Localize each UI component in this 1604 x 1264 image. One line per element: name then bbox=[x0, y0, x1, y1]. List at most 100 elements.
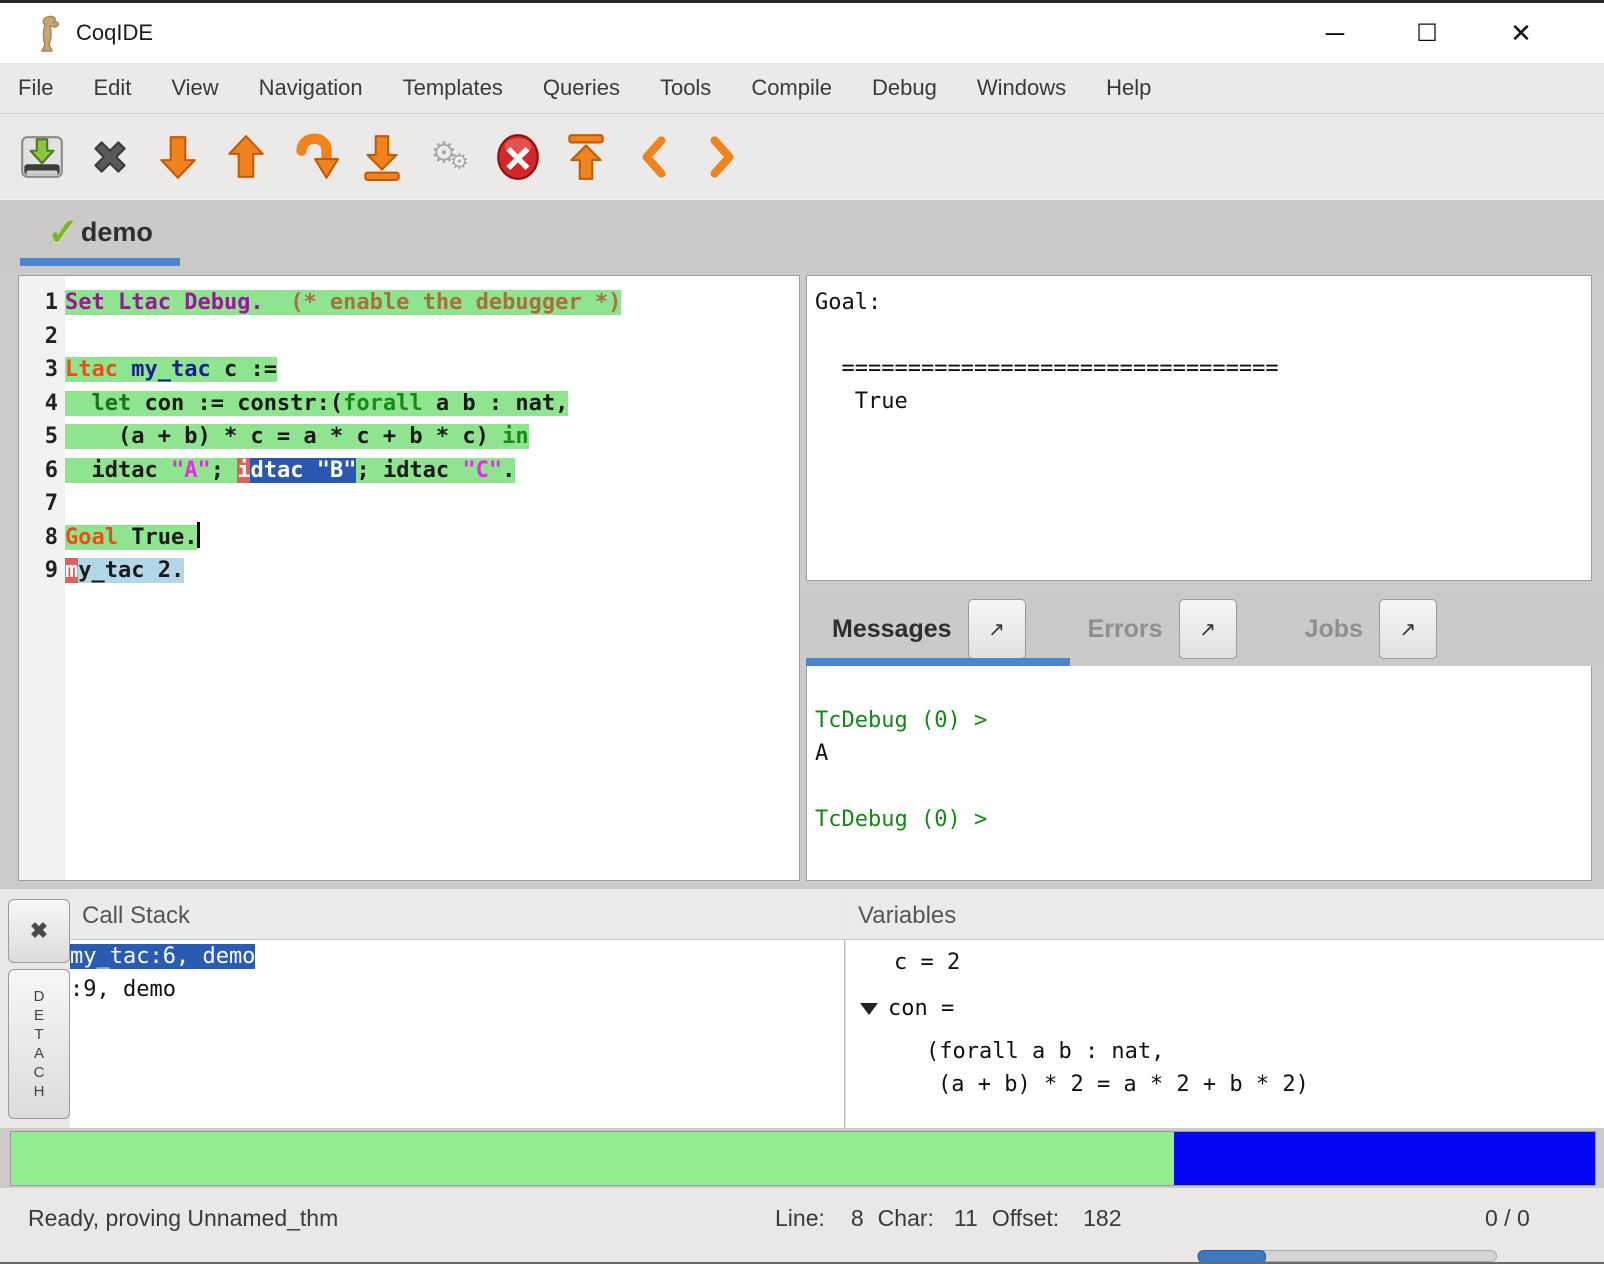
script-editor[interactable]: 123456789 Set Ltac Debug. (* enable the … bbox=[18, 275, 800, 881]
variable-line[interactable]: (a + b) * 2 = a * 2 + b * 2) bbox=[846, 1068, 1604, 1101]
code-segment: my_tac bbox=[131, 357, 224, 382]
mini-scrollbar[interactable] bbox=[1197, 1250, 1497, 1262]
code-segment: Ltac bbox=[65, 357, 131, 382]
window-title: CoqIDE bbox=[76, 20, 153, 46]
detach-debug-panel-button[interactable]: DETACH bbox=[8, 969, 70, 1119]
line-number: 1 bbox=[19, 286, 65, 320]
message-line: A bbox=[815, 737, 1591, 770]
code-line[interactable]: Goal True. bbox=[65, 521, 799, 555]
code-line[interactable]: Set Ltac Debug. (* enable the debugger *… bbox=[65, 286, 799, 320]
code-segment: idtac bbox=[65, 458, 171, 483]
go-to-cursor-icon[interactable] bbox=[286, 129, 342, 185]
line-number-gutter: 123456789 bbox=[19, 276, 65, 880]
code-segment: "C" bbox=[462, 458, 502, 483]
code-segment: y_tac 2. bbox=[78, 558, 184, 583]
text-cursor bbox=[197, 522, 200, 548]
goal-line: Goal: bbox=[815, 286, 1591, 319]
menu-file[interactable]: File bbox=[0, 63, 73, 113]
detach-errors-button[interactable]: ↗ bbox=[1179, 599, 1237, 659]
line-number: 9 bbox=[19, 554, 65, 588]
code-line[interactable]: idtac "A"; idtac "B"; idtac "C". bbox=[65, 454, 799, 488]
menu-help[interactable]: Help bbox=[1086, 63, 1171, 113]
menu-edit[interactable]: Edit bbox=[73, 63, 151, 113]
minimize-button[interactable]: ─ bbox=[1300, 3, 1370, 63]
close-debug-panel-button[interactable]: ✖ bbox=[8, 899, 70, 963]
progress-remaining-segment bbox=[1174, 1132, 1595, 1185]
go-to-end-icon[interactable] bbox=[354, 129, 410, 185]
title-bar: CoqIDE ─ ☐ ✕ bbox=[0, 3, 1604, 64]
code-segment: c := bbox=[224, 357, 277, 382]
menu-tools[interactable]: Tools bbox=[640, 63, 731, 113]
menu-templates[interactable]: Templates bbox=[383, 63, 523, 113]
message-line bbox=[815, 770, 1591, 803]
line-value: 8 bbox=[851, 1205, 864, 1232]
variables-list[interactable]: c = 2 con = (forall a b : nat,(a + b) * 2 … bbox=[846, 940, 1604, 1128]
goal-pane: Goal: ================================= … bbox=[806, 275, 1592, 581]
code-segment: Set Ltac Debug. bbox=[65, 290, 264, 315]
code-area[interactable]: Set Ltac Debug. (* enable the debugger *… bbox=[65, 276, 799, 880]
job-counter: 0 / 0 bbox=[1485, 1205, 1530, 1232]
code-segment: m bbox=[65, 558, 78, 583]
char-value: 11 bbox=[954, 1205, 978, 1232]
expand-triangle-icon[interactable] bbox=[860, 1003, 878, 1015]
code-line[interactable] bbox=[65, 487, 799, 521]
code-segment: (* enable the debugger *) bbox=[290, 290, 621, 315]
code-line[interactable]: my_tac 2. bbox=[65, 554, 799, 588]
menu-debug[interactable]: Debug bbox=[852, 63, 957, 113]
step-forward-icon[interactable] bbox=[150, 129, 206, 185]
code-segment: ; idtac bbox=[356, 458, 462, 483]
code-line[interactable]: Ltac my_tac c := bbox=[65, 353, 799, 387]
line-number: 3 bbox=[19, 353, 65, 387]
menu-compile[interactable]: Compile bbox=[731, 63, 852, 113]
messages-pane: TcDebug (0) >ATcDebug (0) > bbox=[806, 666, 1592, 881]
bottom-strip bbox=[0, 1248, 1604, 1264]
code-segment: . bbox=[502, 458, 515, 483]
next-occurrence-icon[interactable] bbox=[694, 129, 750, 185]
goal-line: True bbox=[815, 385, 1591, 418]
code-segment: (a + b) * c = a * c + b * c) bbox=[65, 424, 502, 449]
progress-processed-segment bbox=[11, 1132, 1174, 1185]
call-stack-entry[interactable]: my_tac:6, demo bbox=[70, 940, 844, 973]
code-line[interactable]: (a + b) * c = a * c + b * c) in bbox=[65, 420, 799, 454]
close-icon: ✖ bbox=[30, 918, 48, 944]
tab-errors[interactable]: Errors bbox=[1088, 615, 1163, 644]
go-to-start-icon[interactable] bbox=[558, 129, 614, 185]
variables-title: Variables bbox=[858, 902, 956, 930]
tab-messages[interactable]: Messages bbox=[832, 615, 952, 644]
menu-queries[interactable]: Queries bbox=[523, 63, 640, 113]
line-label: Line: bbox=[775, 1205, 825, 1232]
mini-scrollbar-thumb[interactable] bbox=[1198, 1250, 1266, 1264]
code-segment bbox=[65, 391, 92, 416]
close-tab-icon[interactable] bbox=[82, 129, 138, 185]
detach-arrow-icon: ↗ bbox=[988, 617, 1005, 642]
active-tab-indicator bbox=[20, 258, 180, 266]
message-tab-bar: Messages ↗ Errors ↗ Jobs ↗ bbox=[806, 593, 1604, 665]
previous-occurrence-icon[interactable] bbox=[626, 129, 682, 185]
save-icon[interactable] bbox=[14, 129, 70, 185]
step-backward-icon[interactable] bbox=[218, 129, 274, 185]
code-line[interactable] bbox=[65, 320, 799, 354]
menu-windows[interactable]: Windows bbox=[957, 63, 1086, 113]
toolbar: ⚙⚙ bbox=[0, 114, 1604, 199]
call-stack-list[interactable]: my_tac:6, demo:9, demo bbox=[70, 940, 845, 1128]
close-button[interactable]: ✕ bbox=[1486, 3, 1556, 63]
tab-demo[interactable]: ✓ demo bbox=[20, 200, 180, 265]
code-segment: forall bbox=[343, 391, 436, 416]
detach-messages-button[interactable]: ↗ bbox=[968, 599, 1026, 659]
variable-line[interactable]: con = bbox=[846, 992, 1604, 1025]
maximize-button[interactable]: ☐ bbox=[1392, 3, 1462, 63]
menu-view[interactable]: View bbox=[151, 63, 238, 113]
tab-jobs[interactable]: Jobs bbox=[1305, 615, 1363, 644]
status-text: Ready, proving Unnamed_thm bbox=[28, 1205, 338, 1232]
gears-icon[interactable]: ⚙⚙ bbox=[422, 129, 478, 185]
code-line[interactable]: let con := constr:(forall a b : nat, bbox=[65, 387, 799, 421]
interrupt-icon[interactable] bbox=[490, 129, 546, 185]
proof-progress-bar bbox=[10, 1131, 1596, 1186]
variable-line[interactable]: (forall a b : nat, bbox=[846, 1035, 1604, 1068]
variable-line[interactable]: c = 2 bbox=[846, 946, 1604, 979]
call-stack-title: Call Stack bbox=[82, 902, 190, 930]
menu-navigation[interactable]: Navigation bbox=[239, 63, 383, 113]
line-number: 6 bbox=[19, 454, 65, 488]
detach-jobs-button[interactable]: ↗ bbox=[1379, 599, 1437, 659]
call-stack-entry[interactable]: :9, demo bbox=[70, 973, 844, 1006]
